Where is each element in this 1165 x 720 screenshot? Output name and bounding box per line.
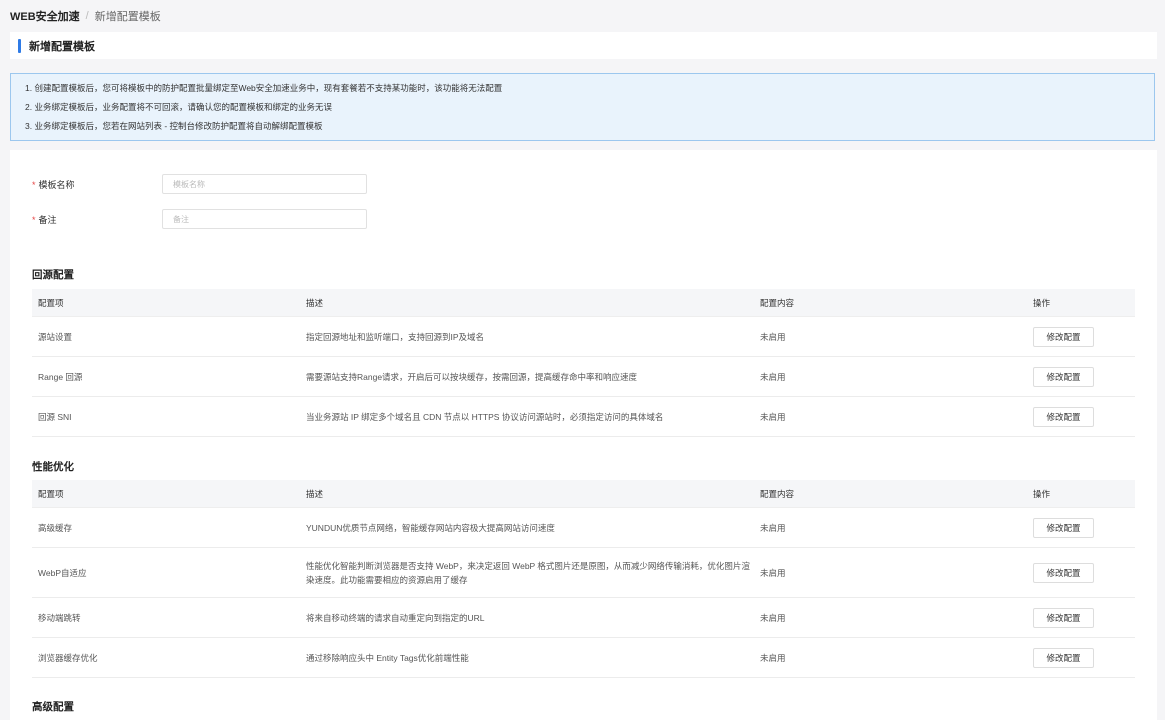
template-name-placeholder: 模板名称 <box>173 179 205 189</box>
section-title-advanced: 高级配置 <box>32 701 74 713</box>
row-item: 浏览器缓存优化 <box>38 652 98 663</box>
row-status: 未启用 <box>760 411 786 422</box>
modify-config-button[interactable]: 修改配置 <box>1033 406 1094 427</box>
modify-config-button[interactable]: 修改配置 <box>1033 366 1094 387</box>
table-row: Range 回源 需要源站支持Range请求，开启后可以按块缓存，按需回源，提高… <box>32 357 1135 397</box>
remark-input[interactable]: 备注 <box>162 209 367 229</box>
modify-config-button[interactable]: 修改配置 <box>1033 607 1094 628</box>
col-header-content: 配置内容 <box>760 297 795 308</box>
row-status: 未启用 <box>760 567 786 578</box>
modify-config-button[interactable]: 修改配置 <box>1033 326 1094 347</box>
page-title: 新增配置模板 <box>29 40 95 53</box>
row-status: 未启用 <box>760 331 786 342</box>
table-row: 源站设置 指定回源地址和监听端口，支持回源到IP及域名 未启用 修改配置 <box>32 317 1135 357</box>
row-desc: 通过移除响应头中 Entity Tags优化前端性能 <box>306 652 469 663</box>
breadcrumb-separator: / <box>85 10 89 22</box>
required-mark: * <box>32 214 36 225</box>
row-item: Range 回源 <box>38 371 83 382</box>
row-item: 移动端跳转 <box>38 612 81 623</box>
row-desc: 将来自移动终端的请求自动重定向到指定的URL <box>306 612 485 623</box>
remark-label: * 备注 <box>32 214 57 225</box>
breadcrumb-current: 新增配置模板 <box>94 11 161 23</box>
row-item: WebP自适应 <box>38 567 87 578</box>
breadcrumb: WEB安全加速 / 新增配置模板 <box>10 0 161 32</box>
col-header-action: 操作 <box>1033 297 1051 308</box>
col-header-item: 配置项 <box>38 488 64 499</box>
row-item: 源站设置 <box>38 331 73 342</box>
breadcrumb-root-link[interactable]: WEB安全加速 <box>10 8 80 24</box>
row-desc: YUNDUN优质节点网络，智能缓存网站内容极大提高网站访问速度 <box>306 522 555 533</box>
form-row-remark: * 备注 备注 <box>32 209 367 229</box>
col-header-content: 配置内容 <box>760 488 795 499</box>
modify-config-button[interactable]: 修改配置 <box>1033 517 1094 538</box>
row-status: 未启用 <box>760 522 786 533</box>
row-desc: 性能优化智能判断浏览器是否支持 WebP，来决定返回 WebP 格式图片还是原图… <box>306 560 750 585</box>
row-status: 未启用 <box>760 371 786 382</box>
section-title-performance: 性能优化 <box>32 461 74 473</box>
col-header-desc: 描述 <box>306 297 324 308</box>
title-accent-bar <box>18 38 21 53</box>
row-desc: 当业务源站 IP 绑定多个域名且 CDN 节点以 HTTPS 协议访问源站时，必… <box>306 411 664 422</box>
row-desc: 指定回源地址和监听端口，支持回源到IP及域名 <box>306 331 485 342</box>
table-row: 移动端跳转 将来自移动终端的请求自动重定向到指定的URL 未启用 修改配置 <box>32 598 1135 638</box>
col-header-item: 配置项 <box>38 297 64 308</box>
section-title-origin: 回源配置 <box>32 269 74 281</box>
row-item: 高级缓存 <box>38 522 73 533</box>
table-header: 配置项 描述 配置内容 操作 <box>32 289 1135 317</box>
main-form-card: *模板名称 模板名称 *备注 备注 回源配置 配置项 描述 配置内容 操作 <box>10 150 1157 720</box>
form-row-template-name: * 模板名称 模板名称 <box>32 174 367 194</box>
template-name-input[interactable]: 模板名称 <box>162 174 367 194</box>
page: WEB安全加速 / 新增配置模板 新增配置模板 1. 创建配置模板后，您可将模板… <box>0 0 1165 720</box>
table-row: WebP自适应 性能优化智能判断浏览器是否支持 WebP，来决定返回 WebP … <box>32 548 1135 598</box>
remark-placeholder: 备注 <box>173 214 189 224</box>
row-item: 回源 SNI <box>38 411 72 422</box>
notice-line-2: 2. 业务绑定模板后，业务配置将不可回滚，请确认您的配置模板和绑定的业务无误 <box>25 102 332 112</box>
modify-config-button[interactable]: 修改配置 <box>1033 562 1094 583</box>
col-header-action: 操作 <box>1033 488 1051 499</box>
table-row: 回源 SNI 当业务源站 IP 绑定多个域名且 CDN 节点以 HTTPS 协议… <box>32 397 1135 437</box>
row-desc: 需要源站支持Range请求，开启后可以按块缓存，按需回源，提高缓存命中率和响应速… <box>306 371 638 382</box>
row-status: 未启用 <box>760 652 786 663</box>
col-header-desc: 描述 <box>306 488 324 499</box>
row-status: 未启用 <box>760 612 786 623</box>
table-row: 浏览器缓存优化 通过移除响应头中 Entity Tags优化前端性能 未启用 修… <box>32 638 1135 678</box>
modify-config-button[interactable]: 修改配置 <box>1033 647 1094 668</box>
notice-line-1: 1. 创建配置模板后，您可将模板中的防护配置批量绑定至Web安全加速业务中，现有… <box>25 83 503 93</box>
notice-line-3: 3. 业务绑定模板后，您若在网站列表 - 控制台修改防护配置将自动解绑配置模板 <box>25 121 323 131</box>
table-header: 配置项 描述 配置内容 操作 <box>32 480 1135 508</box>
performance-config-table: 配置项 描述 配置内容 操作 高级缓存 YUNDUN优质节点网络，智能缓存网站内… <box>32 480 1135 678</box>
required-mark: * <box>32 179 36 190</box>
table-row: 高级缓存 YUNDUN优质节点网络，智能缓存网站内容极大提高网站访问速度 未启用… <box>32 508 1135 548</box>
info-notice: 1. 创建配置模板后，您可将模板中的防护配置批量绑定至Web安全加速业务中，现有… <box>10 73 1155 141</box>
page-title-bar: 新增配置模板 <box>10 32 1157 59</box>
origin-config-table: 配置项 描述 配置内容 操作 源站设置 指定回源地址和监听端口，支持回源到IP及… <box>32 289 1135 437</box>
template-name-label: * 模板名称 <box>32 179 75 190</box>
